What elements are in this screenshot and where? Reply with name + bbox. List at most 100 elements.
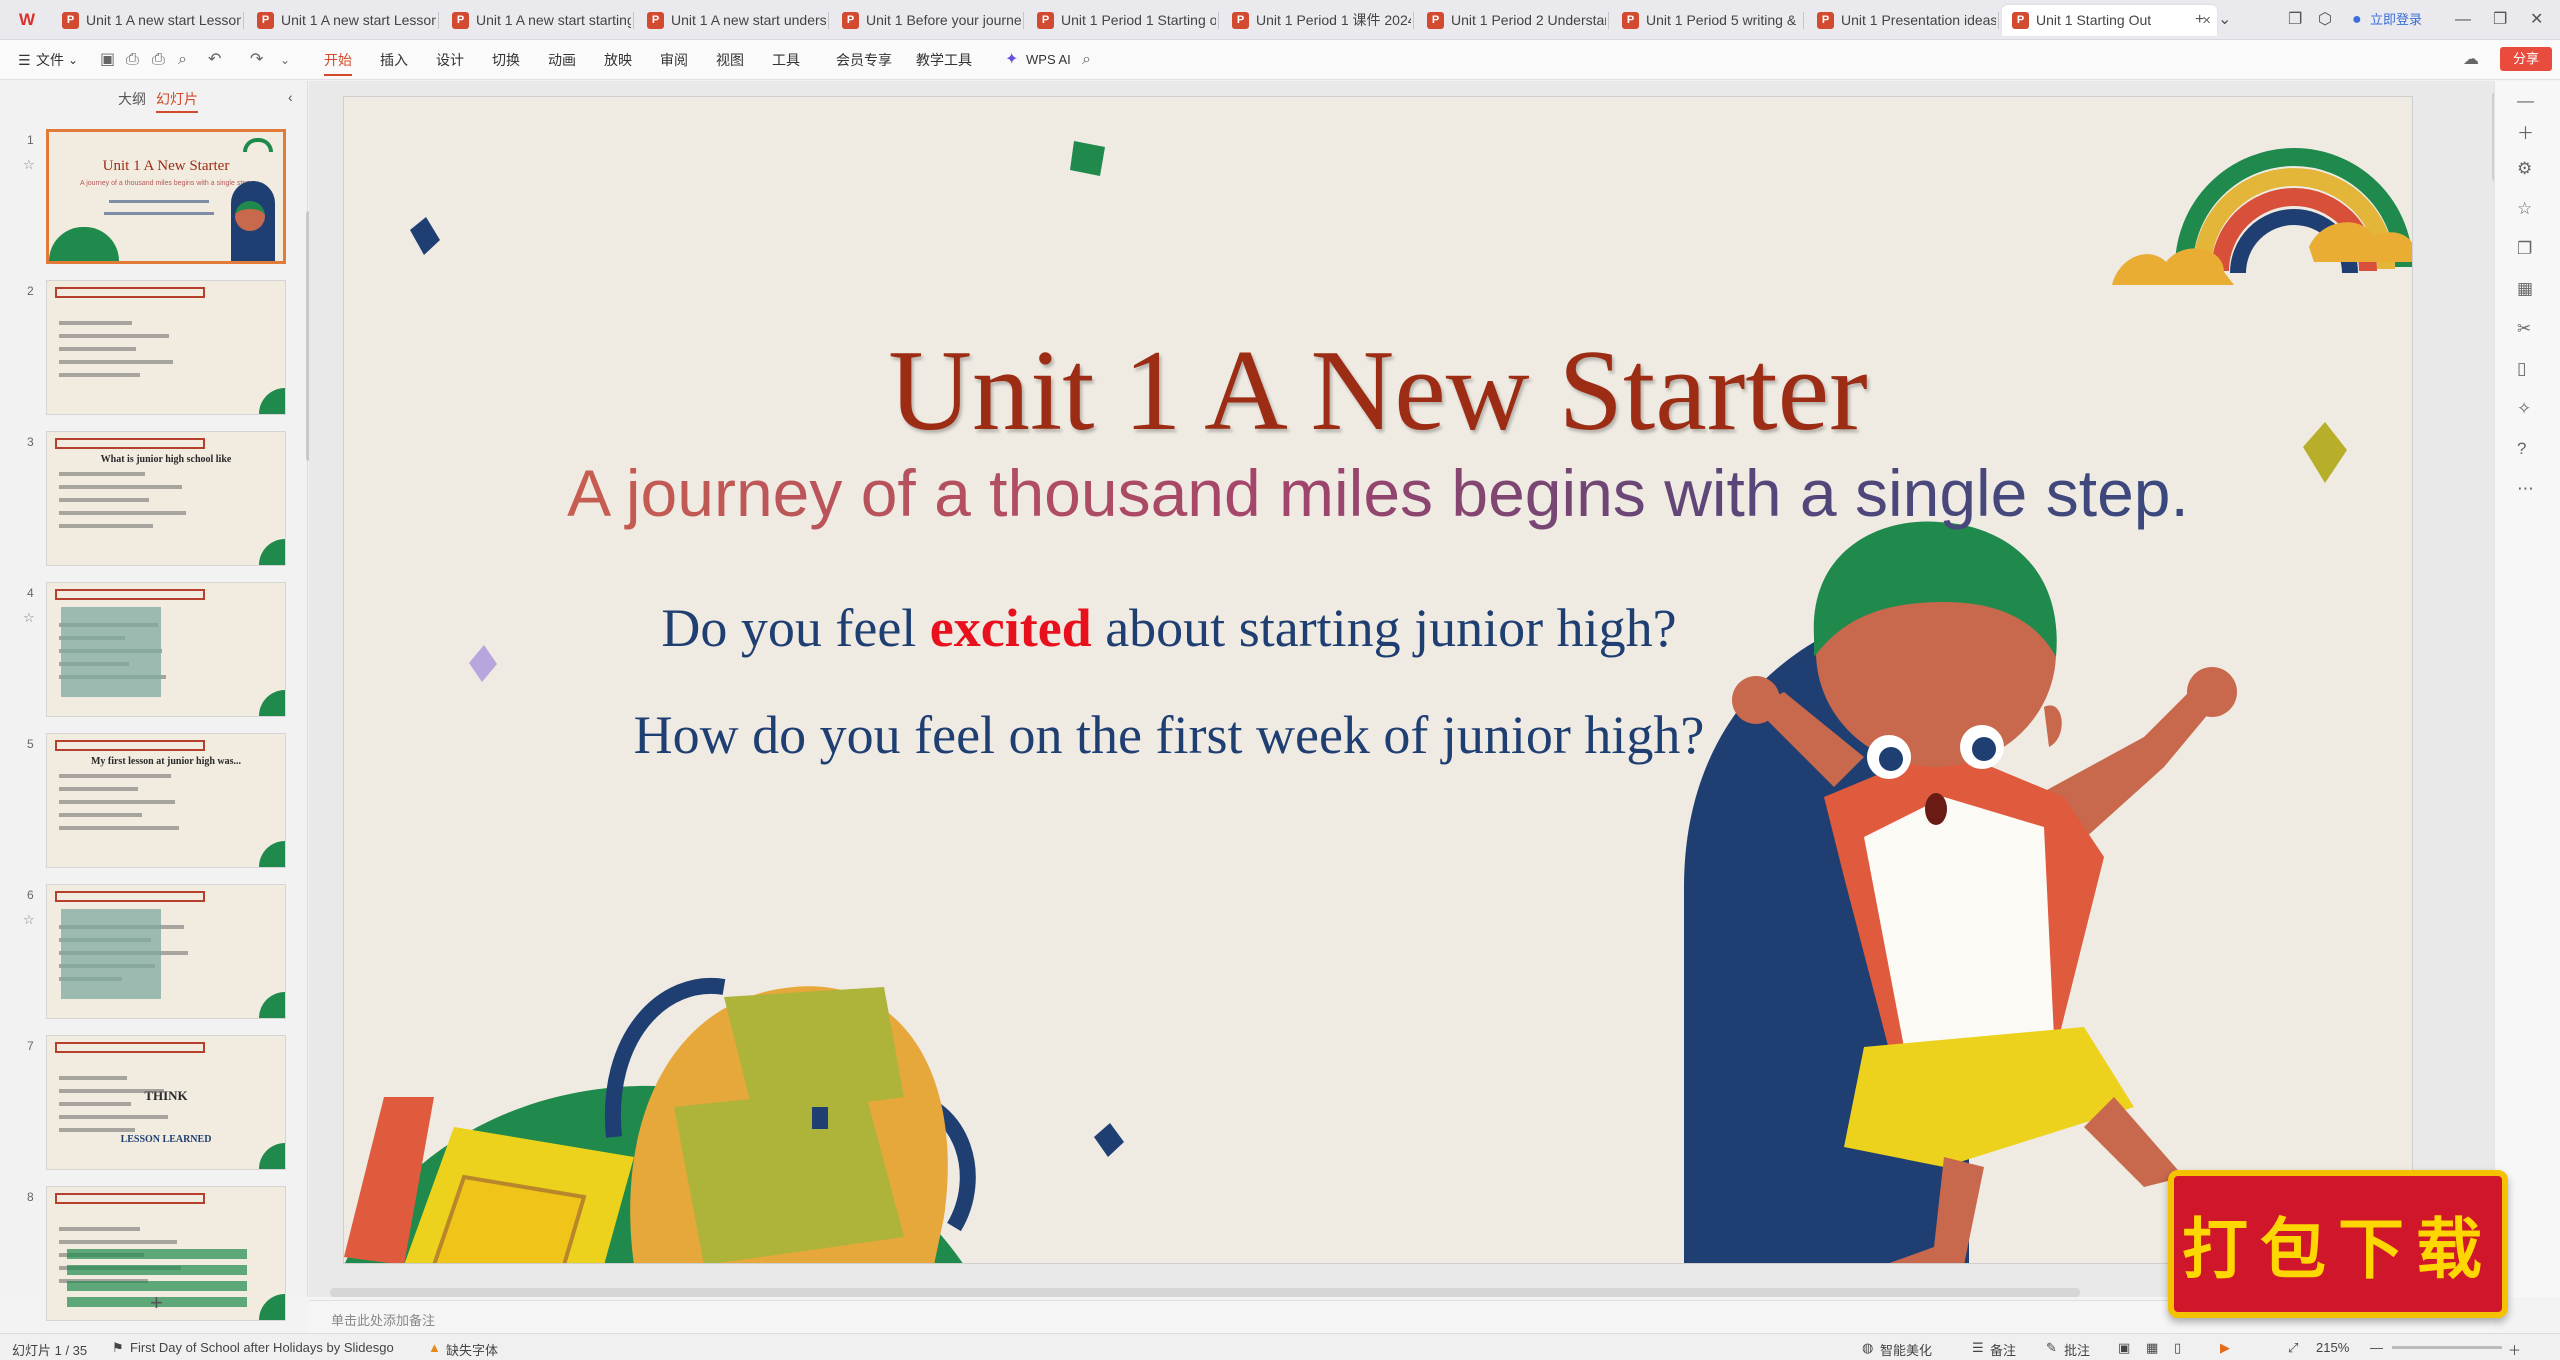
picture-icon[interactable]: ▦ [2517,279,2533,299]
ribbon-tab[interactable]: 视图 [716,40,744,80]
ribbon-tab[interactable]: 放映 [604,40,632,80]
collapse-icon[interactable]: — [2517,91,2534,111]
zoom-slider[interactable] [2392,1346,2502,1349]
document-tab[interactable]: P Unit 1 Period 5 writing & [1612,5,1801,36]
window-tile-icon[interactable]: ❐ [2288,9,2302,31]
thumbnail-subtitle: LESSON LEARNED [120,1134,212,1145]
wps-ai-button[interactable]: WPS AI [1026,40,1071,80]
export-icon[interactable]: ⎙ [126,49,139,71]
ribbon-tab[interactable]: 开始 [324,40,352,80]
login-link[interactable]: 立即登录 [2370,9,2422,31]
zoom-out-icon[interactable]: — [2370,1340,2383,1355]
ribbon-tab[interactable]: 教学工具 [916,40,972,80]
thumbnail-title: My first lesson at junior high was... [90,756,242,767]
plus-icon[interactable]: ＋ [2517,119,2534,144]
horizontal-scrollbar[interactable] [330,1288,2080,1297]
slide-star-icon[interactable]: ☆ [23,610,35,626]
book-icon[interactable]: ▯ [2517,359,2526,379]
play-slideshow-icon[interactable]: ▶ [2220,1340,2230,1356]
document-tab[interactable]: P Unit 1 A new start unders [637,5,826,36]
comments-toggle[interactable]: 批注 [2064,1340,2090,1359]
tools-icon[interactable]: ✂ [2517,319,2531,339]
slide-thumbnail[interactable]: What is junior high school like [46,431,286,566]
help-icon[interactable]: ? [2517,439,2526,459]
preview-icon[interactable]: ⌕ [178,49,187,71]
current-slide[interactable]: Unit 1 A New Starter A journey of a thou… [343,96,2413,1264]
favorite-icon[interactable]: ☆ [2517,199,2532,219]
fit-icon[interactable]: ⤢ [2288,1340,2298,1356]
cloud-sync-icon[interactable]: ☁ [2463,49,2479,71]
ribbon-tab[interactable]: 会员专享 [836,40,892,80]
more-icon[interactable]: ⋯ [2517,479,2534,499]
wps-logo-icon[interactable]: W [12,6,42,34]
zoom-level[interactable]: 215% [2316,1340,2349,1355]
slide-star-icon[interactable]: ☆ [23,912,35,928]
download-badge[interactable]: 打包下载 [2168,1170,2508,1318]
slide-thumbnail[interactable] [46,1186,286,1321]
file-menu[interactable]: 文件 [36,40,64,80]
zoom-in-icon[interactable]: ＋ [2508,1340,2521,1359]
print-icon[interactable]: ⎙ [152,49,165,71]
slide-thumbnail[interactable]: My first lesson at junior high was... [46,733,286,868]
quick-access-chevron-icon[interactable]: ⌄ [280,49,290,71]
save-icon[interactable]: ▣ [100,49,115,71]
ribbon-tab[interactable]: 审阅 [660,40,688,80]
notes-toggle[interactable]: 备注 [1990,1340,2016,1359]
slide-title[interactable]: Unit 1 A New Starter [344,325,2412,458]
tab-outline[interactable]: 大纲 [118,89,146,109]
tab-list-chevron-icon[interactable]: ⌄ [2218,9,2231,31]
document-tab[interactable]: P Unit 1 Presentation ideas [1807,5,1996,36]
collapse-panel-icon[interactable]: ‹ [288,89,293,105]
document-tab[interactable]: P Unit 1 A new start Lesson [52,5,241,36]
ribbon-tab[interactable]: 插入 [380,40,408,80]
add-slide-button[interactable]: + [150,1290,163,1316]
document-tab[interactable]: P Unit 1 Before your journe [832,5,1021,36]
undo-icon[interactable]: ↶ [208,49,221,71]
normal-view-icon[interactable]: ▣ [2118,1340,2130,1356]
slide-thumbnail[interactable] [46,582,286,717]
ribbon-tab[interactable]: 工具 [772,40,800,80]
wps-ai-icon[interactable]: ✦ [1005,49,1018,71]
slide-star-icon[interactable]: ☆ [23,157,35,173]
file-menu-chevron-icon[interactable]: ⌄ [68,40,78,80]
restore-icon[interactable]: ❐ [2493,9,2507,31]
slide-subtitle[interactable]: A journey of a thousand miles begins wit… [404,455,2352,531]
document-tab[interactable]: P Unit 1 A new start Lesson [247,5,436,36]
document-tab[interactable]: P Unit 1 Period 2 Understan [1417,5,1606,36]
share-button[interactable]: 分享 [2500,47,2552,71]
redo-icon[interactable]: ↷ [250,49,263,71]
slide-thumbnail[interactable] [46,884,286,1019]
missing-font-link[interactable]: 缺失字体 [446,1340,498,1359]
slide-thumbnail[interactable]: THINK LESSON LEARNED [46,1035,286,1170]
ribbon-tab[interactable]: 动画 [548,40,576,80]
smart-beautify-button[interactable]: 智能美化 [1880,1340,1932,1359]
document-tab[interactable]: P Unit 1 Period 1 课件 2024 [1222,5,1411,36]
layers-icon[interactable]: ❐ [2517,239,2532,259]
slide-thumbnail[interactable] [46,280,286,415]
document-tab[interactable]: P Unit 1 Period 1 Starting o [1027,5,1216,36]
document-tab[interactable]: P Unit 1 Starting Out × [2002,5,2217,36]
reading-view-icon[interactable]: ▯ [2174,1340,2181,1356]
question-one[interactable]: Do you feel excited about starting junio… [344,597,1994,659]
properties-icon[interactable]: ⚙ [2517,159,2532,179]
grid-view-icon[interactable]: ▦ [2146,1340,2158,1356]
question-two[interactable]: How do you feel on the first week of jun… [344,704,1994,766]
close-window-icon[interactable]: ✕ [2530,9,2543,31]
document-tab[interactable]: P Unit 1 A new start starting [442,5,631,36]
ribbon-tab[interactable]: 设计 [436,40,464,80]
ribbon-tab[interactable]: 切换 [492,40,520,80]
animation-icon[interactable]: ✧ [2517,399,2531,419]
new-tab-icon[interactable]: + [2195,9,2204,31]
notes-placeholder[interactable]: 单击此处添加备注 [331,1310,435,1329]
slide-thumbnail[interactable]: Unit 1 A New Starter A journey of a thous… [46,129,286,264]
theme-name[interactable]: First Day of School after Holidays by Sl… [130,1340,394,1355]
cube-icon[interactable]: ⬡ [2318,9,2332,31]
user-avatar-icon[interactable]: ● [2352,9,2362,31]
slide-number: 3 [27,435,34,449]
tab-slides[interactable]: 幻灯片 [156,89,198,113]
hamburger-icon[interactable]: ☰ [18,40,31,80]
notes-pane[interactable]: 单击此处添加备注 [309,1300,2494,1333]
minimize-icon[interactable]: — [2455,9,2471,31]
search-icon[interactable]: ⌕ [1082,49,1091,71]
document-tab-label: Unit 1 A new start unders [671,12,826,28]
